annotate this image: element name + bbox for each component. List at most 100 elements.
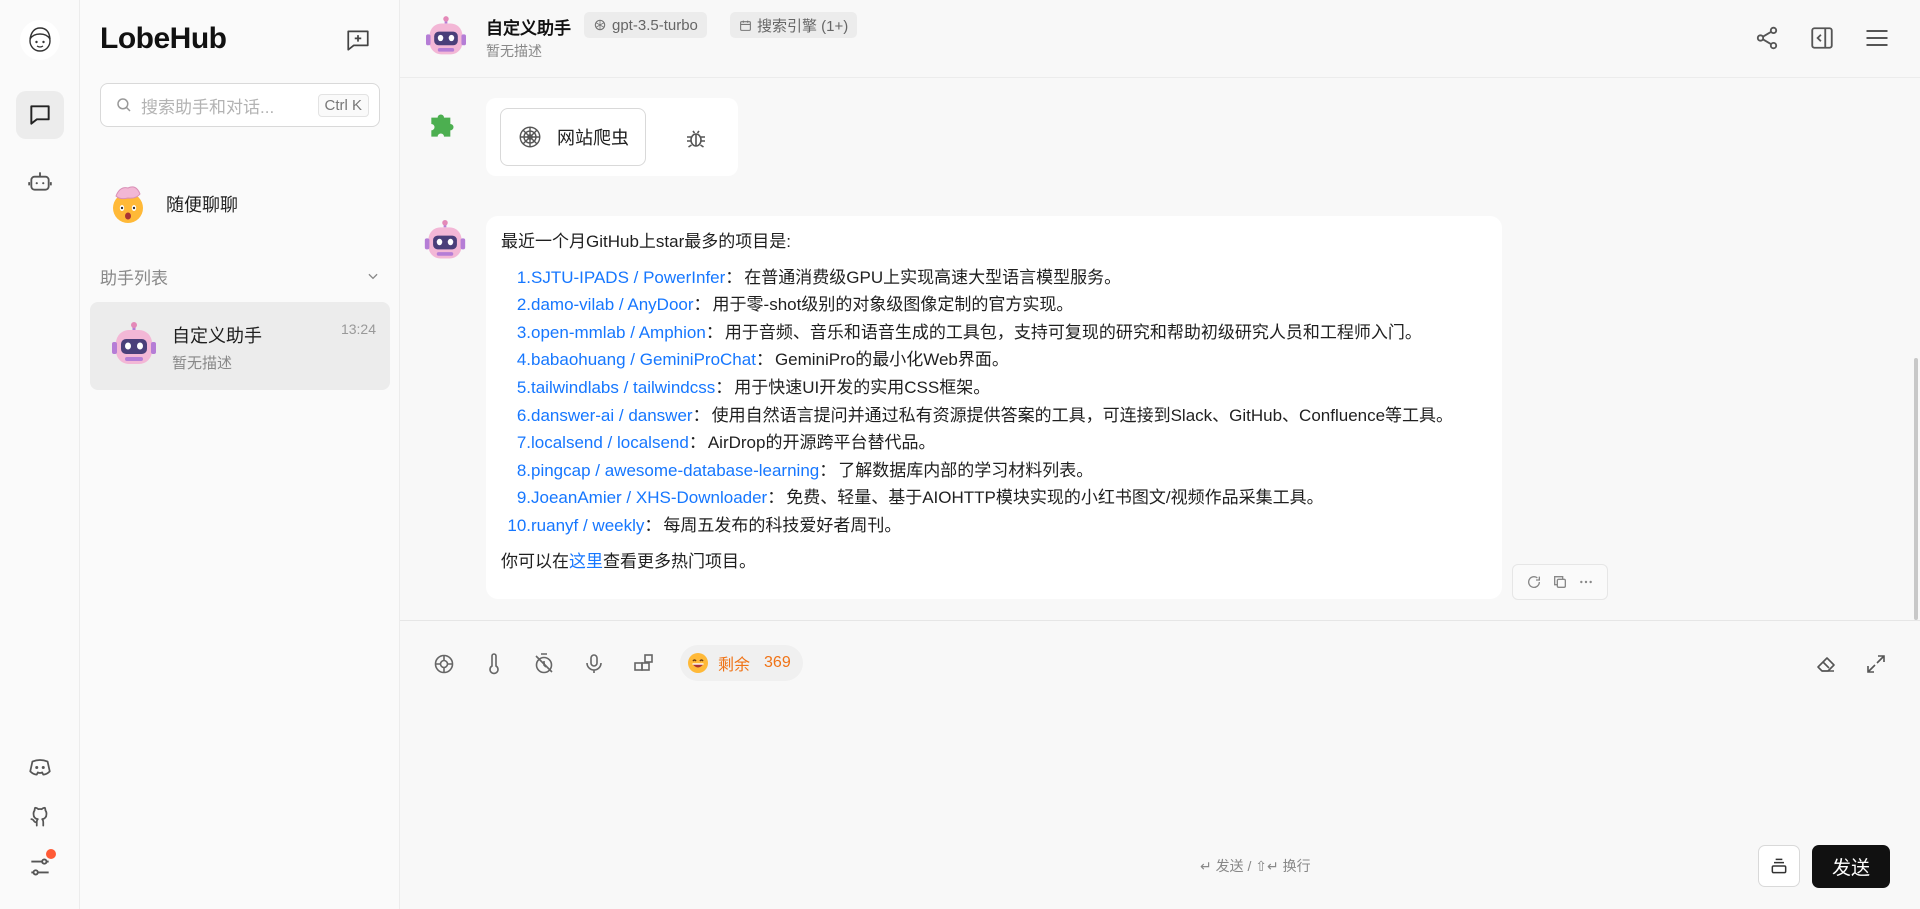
project-desc: 在普通消费级GPU上实现高速大型语言模型服务。 [744, 267, 1122, 287]
voice-input-button[interactable] [574, 644, 614, 684]
project-desc: 每周五发布的科技爱好者周刊。 [663, 515, 902, 535]
session-sidebar: LobeHub 搜索助手和对话... Ctrl K 随便聊聊 助手列表 自定义助… [80, 0, 400, 909]
assistant-message: 最近一个月GitHub上star最多的项目是: 1. SJTU-IPADS / P… [486, 216, 1502, 599]
chat-header: 自定义助手 gpt-3.5-turbo 搜索引擎 (1+) 暂无描述 [400, 0, 1920, 78]
project-desc: 用于音频、音乐和语音生成的工具包，支持可复现的研究和帮助初级研究人员和工程师入门… [724, 322, 1422, 342]
eraser-icon [1817, 657, 1835, 672]
session-time: 13:24 [340, 321, 376, 337]
search-input[interactable]: 搜索助手和对话... Ctrl K [100, 83, 380, 127]
panel-left-icon [1811, 27, 1833, 49]
expand-input-button[interactable] [1856, 644, 1896, 684]
plugins-button[interactable] [624, 644, 664, 684]
exploding-head-avatar-icon [113, 186, 143, 223]
list-separator: ： [819, 460, 837, 480]
more-projects-link[interactable]: 这里 [569, 552, 603, 571]
project-desc: 了解数据库内部的学习材料列表。 [838, 460, 1094, 480]
history-limit-button[interactable] [524, 644, 564, 684]
github-icon [30, 806, 48, 827]
app-logo: LobeHub [100, 22, 227, 55]
web-crawler-tab[interactable]: 网站爬虫 [500, 108, 646, 166]
project-desc: 用于零-shot级别的对象级图像定制的官方实现。 [712, 295, 1074, 315]
search-shortcut: Ctrl K [317, 93, 369, 117]
plugin-tag[interactable]: 搜索引擎 (1+) [730, 12, 858, 38]
assistant-list-header[interactable]: 助手列表 [90, 262, 390, 290]
project-link[interactable]: SJTU-IPADS / PowerInfer [531, 264, 725, 292]
plugin-debug-button[interactable] [682, 124, 710, 152]
market-nav-button[interactable] [16, 157, 64, 205]
send-shortcut-hint: ↵ 发送 / ⇧↵ 换行 [1200, 858, 1311, 874]
list-item: 2. damo-vilab / AnyDoor：用于零-shot级别的对象级图像定… [501, 291, 1487, 319]
search-icon [117, 98, 131, 112]
clear-context-button[interactable] [1806, 644, 1846, 684]
model-tag[interactable]: gpt-3.5-turbo [584, 12, 707, 38]
share-icon [1756, 26, 1778, 50]
chat-nav-button[interactable] [16, 91, 64, 139]
project-list: 1. SJTU-IPADS / PowerInfer ： 在普通消费级GPU上实现高速… [501, 264, 1487, 540]
copy-icon[interactable] [1552, 574, 1568, 590]
robot-avatar-icon [424, 220, 466, 259]
list-number: 1. [516, 267, 531, 287]
timer-off-icon [535, 653, 553, 674]
user-avatar[interactable] [20, 20, 60, 60]
list-number: 10. [507, 515, 531, 535]
list-number: 3. [516, 322, 531, 342]
session-desc: 暂无描述 [172, 355, 233, 372]
model-tag-label: gpt-3.5-turbo [612, 16, 698, 34]
model-settings-button[interactable] [424, 644, 464, 684]
project-link[interactable]: tailwindlabs / tailwindcss [531, 374, 715, 402]
spider-web-icon [519, 126, 541, 148]
plugin-tag-label: 搜索引擎 (1+) [757, 17, 849, 35]
temperature-button[interactable] [474, 644, 514, 684]
microphone-icon [586, 654, 602, 673]
list-separator: ： [688, 433, 706, 453]
session-item[interactable]: 自定义助手 暂无描述 13:24 [90, 302, 390, 390]
project-link[interactable]: localsend / localsend [531, 429, 689, 457]
more-icon[interactable] [1578, 574, 1594, 590]
list-item: 1. SJTU-IPADS / PowerInfer：在普通消费级GPU上实现高速… [501, 264, 1487, 292]
list-number: 4. [516, 350, 531, 370]
list-item: 7. localsend / localsend： AirDrop的开源跨平台替代品… [501, 429, 1487, 457]
new-chat-button[interactable] [340, 22, 376, 58]
share-button[interactable] [1747, 18, 1787, 58]
toggle-panel-button[interactable] [1802, 18, 1842, 58]
project-desc: 使用自然语言提问并通过私有资源提供答案的工具，可连接到Slack、GitHub、… [711, 405, 1454, 425]
discord-button[interactable] [16, 743, 64, 791]
list-separator: ： [692, 405, 710, 425]
list-item: 5. tailwindlabs / tailwindcss：用于快速UI开发的实用… [501, 374, 1487, 402]
menu-button[interactable] [1857, 18, 1897, 58]
chat-scrollbar-thumb[interactable] [1914, 358, 1918, 620]
project-link[interactable]: ruanyf / weekly [531, 512, 644, 540]
plugin-result-card: 网站爬虫 [486, 98, 738, 176]
inbox-label: 随便聊聊 [166, 195, 238, 215]
stack-icon [1771, 858, 1787, 874]
assistant-title[interactable]: 自定义助手 [486, 14, 571, 39]
project-link[interactable]: open-mmlab / Amphion [531, 319, 706, 347]
regenerate-icon[interactable] [1526, 574, 1542, 590]
outro-suffix: 查看更多热门项目。 [603, 551, 756, 571]
list-number: 2. [516, 295, 531, 315]
send-options-button[interactable] [1758, 845, 1800, 887]
project-link[interactable]: JoeanAmier / XHS-Downloader [531, 484, 767, 512]
blocks-icon [634, 654, 653, 671]
nav-rail [0, 0, 80, 909]
project-link[interactable]: pingcap / awesome-database-learning [531, 457, 819, 485]
send-button[interactable]: 发送 [1812, 845, 1890, 888]
robot-avatar-icon[interactable] [426, 16, 466, 60]
list-separator: ： [755, 350, 773, 370]
token-counter[interactable]: 剩余 369 [680, 645, 803, 681]
github-button[interactable] [16, 793, 64, 841]
project-link[interactable]: babaohuang / GeminiProChat [531, 346, 756, 374]
inbox-session[interactable]: 随便聊聊 [90, 172, 390, 236]
chat-input-area[interactable]: 剩余 369 [400, 620, 1920, 909]
project-link[interactable]: damo-vilab / AnyDoor [531, 291, 694, 319]
settings-button[interactable] [16, 843, 64, 891]
search-placeholder: 搜索助手和对话... [141, 97, 275, 117]
chat-bubble-icon [30, 105, 50, 125]
list-number: 9. [516, 488, 531, 508]
list-number: 7. [516, 433, 531, 453]
message-outro: 你可以在这里查看更多热门项目。 [501, 548, 1487, 576]
web-crawler-label: 网站爬虫 [557, 128, 629, 148]
list-item: 10. ruanyf / weekly：每周五发布的科技爱好者周刊。 [501, 512, 1487, 540]
project-link[interactable]: danswer-ai / danswer [531, 402, 693, 430]
list-separator: ： [715, 377, 733, 397]
